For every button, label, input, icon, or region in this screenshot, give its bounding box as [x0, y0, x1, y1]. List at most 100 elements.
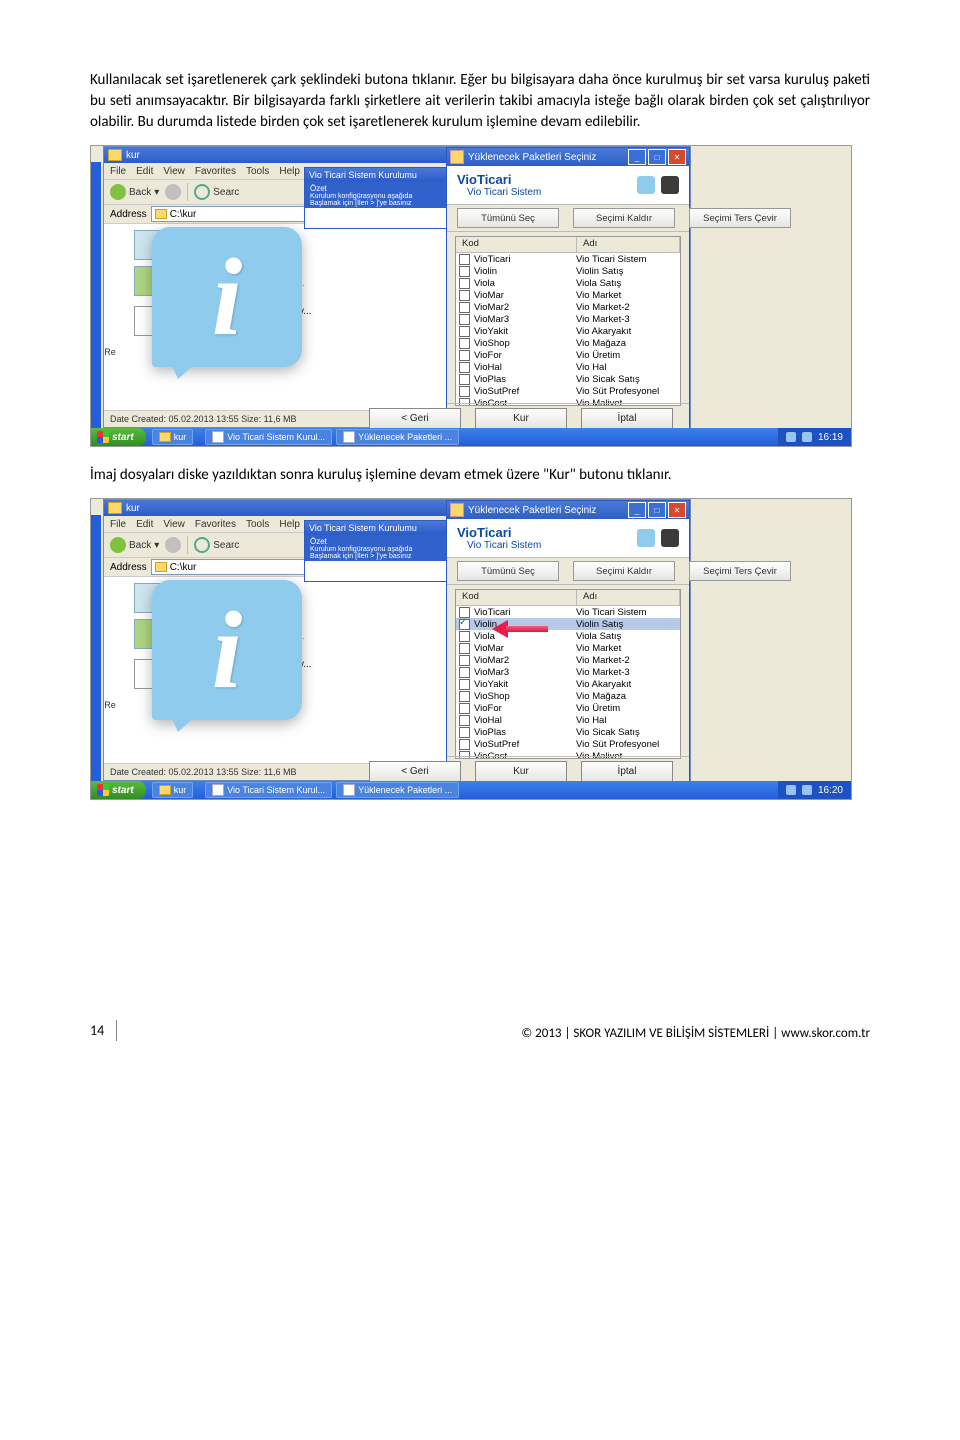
table-row[interactable]: ViolaViola Satış [456, 630, 680, 642]
back-button[interactable]: < Geri [369, 761, 461, 782]
menu-favorites[interactable]: Favorites [195, 166, 236, 177]
table-row[interactable]: VioShopVio Mağaza [456, 337, 680, 349]
tray-icon[interactable] [802, 432, 812, 442]
checkbox[interactable] [459, 727, 470, 738]
taskbar-item[interactable]: Vio Ticari Sistem Kurul... [205, 782, 332, 798]
col-kod[interactable]: Kod [456, 590, 577, 605]
table-row[interactable]: ViolaViola Satış [456, 277, 680, 289]
table-row[interactable]: VioTicariVio Ticari Sistem [456, 253, 680, 265]
menu-favorites[interactable]: Favorites [195, 519, 236, 530]
table-row[interactable]: VioSutPrefVio Süt Profesyonel [456, 385, 680, 397]
table-row[interactable]: VioYakitVio Akaryakıt [456, 678, 680, 690]
col-kod[interactable]: Kod [456, 237, 577, 252]
back-button[interactable]: Back ▾ [110, 184, 159, 200]
table-row[interactable]: VioPlasVio Sicak Satış [456, 726, 680, 738]
gear-icon[interactable] [637, 176, 655, 194]
table-row[interactable]: ViolinViolin Satış [456, 618, 680, 630]
unselect-button[interactable]: Seçimi Kaldır [573, 208, 675, 228]
table-row[interactable]: VioShopVio Mağaza [456, 690, 680, 702]
table-row[interactable]: VioMar2Vio Market-2 [456, 301, 680, 313]
menu-file[interactable]: File [110, 519, 126, 530]
tray-icon[interactable] [802, 785, 812, 795]
table-row[interactable]: VioForVio Üretim [456, 349, 680, 361]
forward-button[interactable] [165, 184, 181, 200]
checkbox[interactable] [459, 619, 470, 630]
menu-file[interactable]: File [110, 166, 126, 177]
box-icon[interactable] [661, 176, 679, 194]
select-all-button[interactable]: Tümünü Seç [457, 208, 559, 228]
back-button[interactable]: Back ▾ [110, 537, 159, 553]
wizard-titlebar[interactable]: Vio Ticari Sistem Kurulumu [305, 168, 465, 182]
checkbox[interactable] [459, 703, 470, 714]
table-row[interactable]: VioForVio Üretim [456, 702, 680, 714]
taskbar-item[interactable]: Vio Ticari Sistem Kurul... [205, 429, 332, 445]
checkbox[interactable] [459, 278, 470, 289]
checkbox[interactable] [459, 691, 470, 702]
menu-edit[interactable]: Edit [136, 519, 153, 530]
box-icon[interactable] [661, 529, 679, 547]
select-all-button[interactable]: Tümünü Seç [457, 561, 559, 581]
dialog-titlebar[interactable]: Yüklenecek Paketleri Seçiniz _ □ ✕ [447, 501, 689, 519]
maximize-button[interactable]: □ [648, 149, 666, 165]
checkbox[interactable] [459, 326, 470, 337]
checkbox[interactable] [459, 350, 470, 361]
col-adi[interactable]: Adı [577, 237, 680, 252]
menu-view[interactable]: View [163, 166, 185, 177]
invert-selection-button[interactable]: Seçimi Ters Çevir [689, 561, 791, 581]
checkbox[interactable] [459, 266, 470, 277]
checkbox[interactable] [459, 631, 470, 642]
checkbox[interactable] [459, 374, 470, 385]
table-row[interactable]: VioMar3Vio Market-3 [456, 666, 680, 678]
taskbar-item[interactable]: kur [152, 429, 194, 445]
install-button[interactable]: Kur [475, 761, 567, 782]
tray-icon[interactable] [786, 432, 796, 442]
cancel-button[interactable]: İptal [581, 761, 673, 782]
close-button[interactable]: ✕ [668, 502, 686, 518]
dialog-titlebar[interactable]: Yüklenecek Paketleri Seçiniz _ □ ✕ [447, 148, 689, 166]
back-button[interactable]: < Geri [369, 408, 461, 429]
checkbox[interactable] [459, 254, 470, 265]
search-button[interactable]: Searc [194, 184, 239, 200]
table-row[interactable]: ViolinViolin Satış [456, 265, 680, 277]
tray-icon[interactable] [786, 785, 796, 795]
table-row[interactable]: VioMar2Vio Market-2 [456, 654, 680, 666]
checkbox[interactable] [459, 655, 470, 666]
menu-help[interactable]: Help [279, 166, 300, 177]
address-input[interactable]: C:\kur [151, 559, 319, 575]
unselect-button[interactable]: Seçimi Kaldır [573, 561, 675, 581]
address-input[interactable]: C:\kur [151, 206, 319, 222]
checkbox[interactable] [459, 302, 470, 313]
menu-tools[interactable]: Tools [246, 519, 269, 530]
table-row[interactable]: VioMar3Vio Market-3 [456, 313, 680, 325]
table-row[interactable]: VioPlasVio Sicak Satış [456, 373, 680, 385]
minimize-button[interactable]: _ [628, 149, 646, 165]
table-row[interactable]: VioMarVio Market [456, 642, 680, 654]
search-button[interactable]: Searc [194, 537, 239, 553]
checkbox[interactable] [459, 314, 470, 325]
checkbox[interactable] [459, 338, 470, 349]
taskbar-item[interactable]: Yüklenecek Paketleri ... [336, 429, 459, 445]
start-button[interactable]: start [91, 428, 146, 446]
taskbar-item[interactable]: kur [152, 782, 194, 798]
checkbox[interactable] [459, 715, 470, 726]
close-button[interactable]: ✕ [668, 149, 686, 165]
table-row[interactable]: VioMarVio Market [456, 289, 680, 301]
install-button[interactable]: Kur [475, 408, 567, 429]
menu-tools[interactable]: Tools [246, 166, 269, 177]
maximize-button[interactable]: □ [648, 502, 666, 518]
minimize-button[interactable]: _ [628, 502, 646, 518]
menu-view[interactable]: View [163, 519, 185, 530]
menu-edit[interactable]: Edit [136, 166, 153, 177]
gear-icon[interactable] [637, 529, 655, 547]
wizard-titlebar[interactable]: Vio Ticari Sistem Kurulumu [305, 521, 465, 535]
checkbox[interactable] [459, 643, 470, 654]
invert-selection-button[interactable]: Seçimi Ters Çevir [689, 208, 791, 228]
checkbox[interactable] [459, 667, 470, 678]
forward-button[interactable] [165, 537, 181, 553]
col-adi[interactable]: Adı [577, 590, 680, 605]
cancel-button[interactable]: İptal [581, 408, 673, 429]
menu-help[interactable]: Help [279, 519, 300, 530]
checkbox[interactable] [459, 290, 470, 301]
table-row[interactable]: VioHalVio Hal [456, 361, 680, 373]
start-button[interactable]: start [91, 781, 146, 799]
